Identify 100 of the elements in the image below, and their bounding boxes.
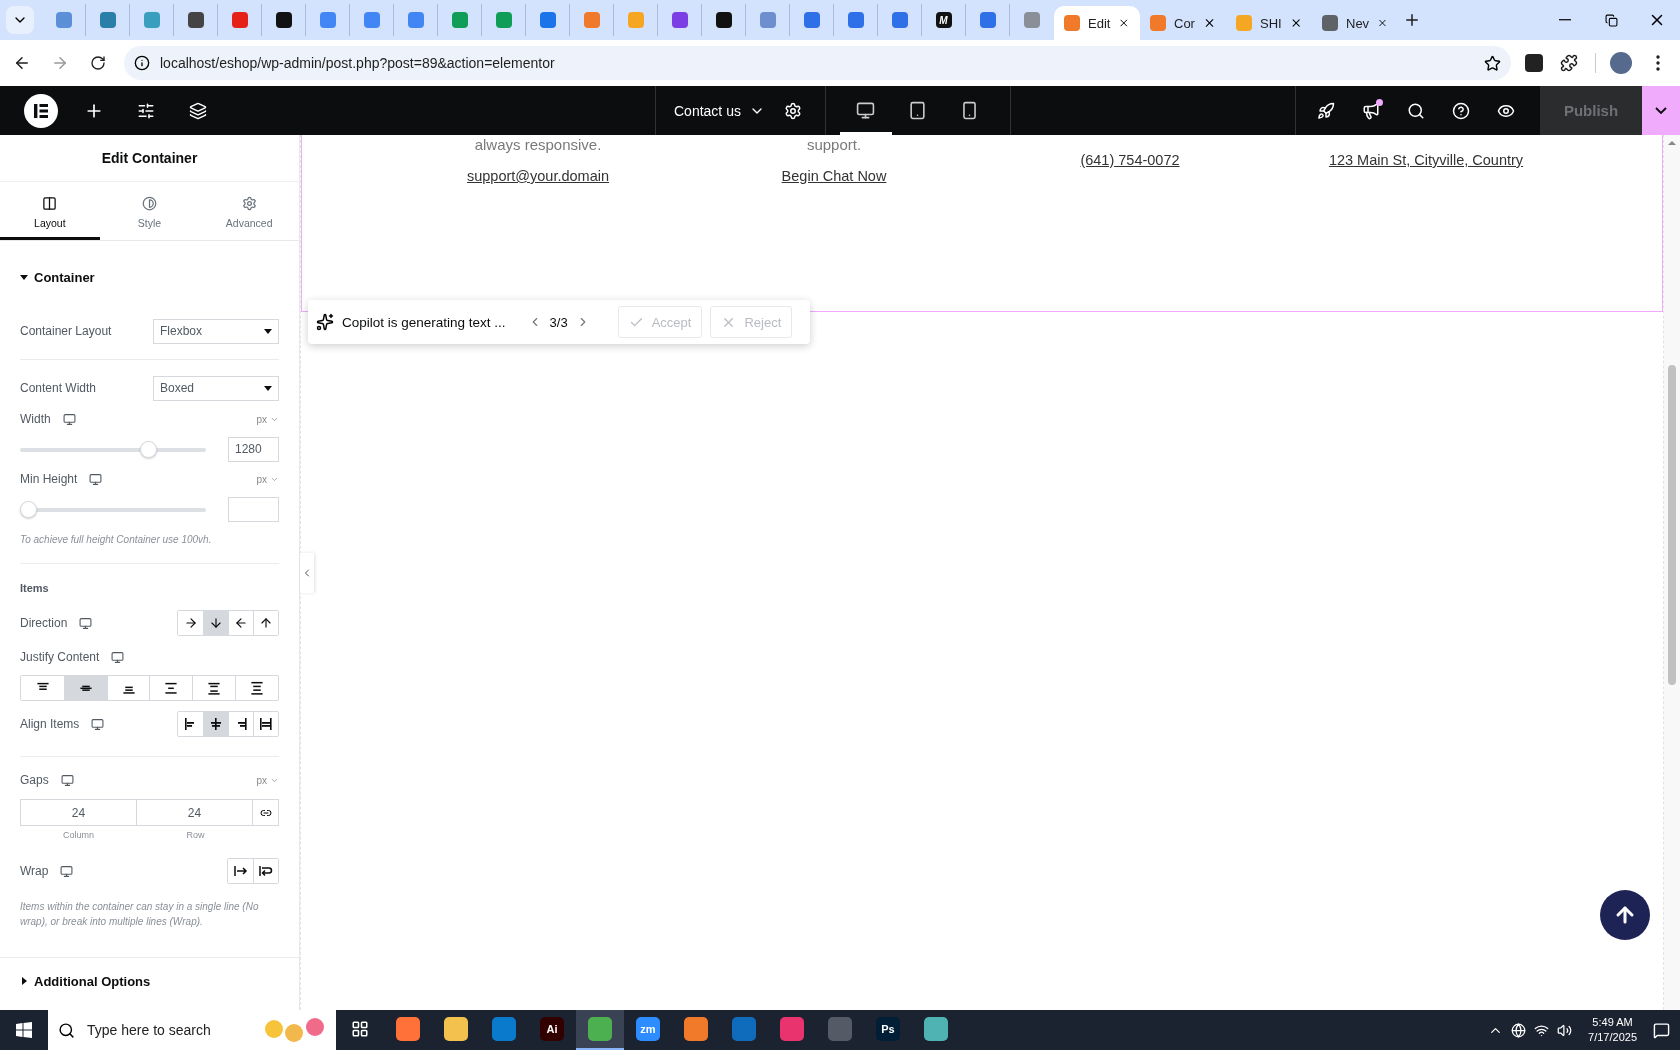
scroll-to-top-button[interactable] <box>1600 890 1650 940</box>
browser-tab[interactable]: Cor <box>1140 6 1226 40</box>
scroll-up-arrow-icon[interactable] <box>1668 139 1676 147</box>
control-label: Width <box>20 412 51 426</box>
gap-fields[interactable]: 24 24 <box>20 799 279 826</box>
menu-icon <box>1656 55 1660 71</box>
taskbar-app[interactable] <box>576 1010 624 1050</box>
wrap-icon <box>259 864 273 878</box>
control-label: Align Items <box>20 717 80 731</box>
address-bar[interactable]: localhost/eshop/wp-admin/post.php?post=89&action=elementor <box>124 46 1511 80</box>
rocket-icon <box>1317 101 1335 120</box>
search-icon <box>58 1021 75 1039</box>
tablet-icon <box>908 101 928 120</box>
field-caption: Column <box>62 829 95 840</box>
settings-icon <box>783 101 802 120</box>
field-caption: Row <box>185 829 206 840</box>
monitor-icon[interactable] <box>60 864 74 878</box>
monitor-icon[interactable] <box>62 412 76 426</box>
app-icon: zm <box>636 1017 660 1041</box>
choice-button[interactable] <box>253 859 278 883</box>
select-field[interactable]: Boxed <box>153 375 279 401</box>
browser-tab[interactable]: SHI <box>1226 6 1312 40</box>
layers-icon <box>189 101 207 120</box>
reload-icon <box>90 55 106 71</box>
choice-button[interactable] <box>63 676 107 700</box>
elementor-logo[interactable] <box>24 93 58 128</box>
windows-icon <box>16 1022 32 1038</box>
help-text: Items within the container can stay in a single line (No wrap), or break into multiple lines (Wrap). <box>20 900 260 929</box>
wifi-icon[interactable] <box>1534 1022 1550 1038</box>
section-toggle[interactable]: Additional Options <box>0 958 299 1004</box>
choice-button[interactable] <box>203 712 228 736</box>
chevron-down-icon <box>1655 107 1667 114</box>
select-field[interactable]: Flexbox <box>153 318 279 344</box>
monitor-icon[interactable] <box>89 472 103 486</box>
close-icon[interactable] <box>1118 16 1130 30</box>
browser-tab[interactable]: Edit <box>1054 6 1140 40</box>
caret-icon <box>264 327 272 335</box>
control-label: Content Width <box>20 381 97 395</box>
extension-icon[interactable] <box>1525 54 1543 72</box>
monitor-icon[interactable] <box>111 650 125 664</box>
volume-icon[interactable] <box>1557 1022 1573 1038</box>
monitor-icon[interactable] <box>60 773 74 787</box>
tab-search-button[interactable] <box>6 6 34 34</box>
contrast-icon <box>142 195 157 211</box>
control-label: Direction <box>20 616 68 630</box>
choice-button[interactable] <box>253 712 278 736</box>
contact-link[interactable]: 123 Main St, Cityville, Country <box>1328 152 1524 168</box>
panel-title: Edit Container <box>0 135 299 182</box>
browser-tab[interactable]: Nev <box>1312 6 1398 40</box>
unit-select[interactable]: px <box>256 473 279 485</box>
contact-link[interactable]: support@your.domain <box>466 168 610 184</box>
scrollbar-thumb[interactable] <box>1668 365 1676 685</box>
taskbar-app[interactable]: Ai <box>528 1010 576 1050</box>
slider-track[interactable] <box>20 500 206 518</box>
body-text: support. <box>806 137 862 152</box>
justify-icon <box>207 681 222 695</box>
monitor-icon[interactable] <box>79 616 93 630</box>
slider-thumb[interactable] <box>20 500 37 518</box>
control-label: Justify Content <box>20 650 100 664</box>
scrollbar[interactable] <box>1664 135 1680 1010</box>
bookmark-star-icon[interactable] <box>1484 54 1501 72</box>
profile-avatar[interactable] <box>1610 52 1632 74</box>
slider-thumb[interactable] <box>140 440 157 458</box>
contact-link[interactable]: Begin Chat Now <box>781 168 887 184</box>
unit-select[interactable]: px <box>256 774 279 786</box>
no-wrap-icon <box>234 864 248 878</box>
task-view-icon <box>351 1020 369 1038</box>
panel-tab[interactable]: Layout <box>0 182 100 240</box>
info-icon[interactable] <box>134 55 150 71</box>
section-heading: Items <box>20 581 50 596</box>
taskbar-search-field[interactable]: Type here to search <box>48 1010 336 1050</box>
forward-arrow-icon <box>51 54 69 72</box>
help-icon <box>1452 101 1470 120</box>
pinned-tab[interactable]: M <box>922 4 966 36</box>
unit-select[interactable]: px <box>256 413 279 425</box>
justify-icon <box>164 681 179 695</box>
clock[interactable]: 5:49 AM 7/17/2025 <box>1580 1015 1645 1045</box>
choice-button[interactable] <box>235 676 278 700</box>
monitor-icon[interactable] <box>91 717 105 731</box>
contact-link[interactable]: (641) 754-0072 <box>1080 152 1180 168</box>
notifications-icon[interactable] <box>1653 1021 1670 1039</box>
arrow-icon <box>209 616 223 630</box>
taskbar-app[interactable]: Ps <box>864 1010 912 1050</box>
control-label: Min Height <box>20 472 78 486</box>
tab-title: SHI <box>1260 15 1282 31</box>
justify-icon <box>250 681 265 695</box>
number-field[interactable]: 1280 <box>228 436 279 462</box>
app-icon: Ai <box>540 1017 564 1041</box>
sparkle-icon <box>316 313 334 331</box>
section-toggle[interactable]: Container <box>0 241 299 313</box>
caret-icon <box>264 384 272 392</box>
panel-tab[interactable]: Advanced <box>199 182 299 240</box>
control-label: Wrap <box>20 864 49 878</box>
sliders-icon <box>137 101 155 120</box>
number-field[interactable] <box>228 496 279 522</box>
page-selector[interactable]: Contact us <box>674 102 765 119</box>
suggestion-counter: 3/3 <box>549 314 568 330</box>
network-icon[interactable] <box>1511 1022 1527 1038</box>
slider-track[interactable] <box>20 440 206 458</box>
panel-tab[interactable]: Style <box>99 182 200 240</box>
